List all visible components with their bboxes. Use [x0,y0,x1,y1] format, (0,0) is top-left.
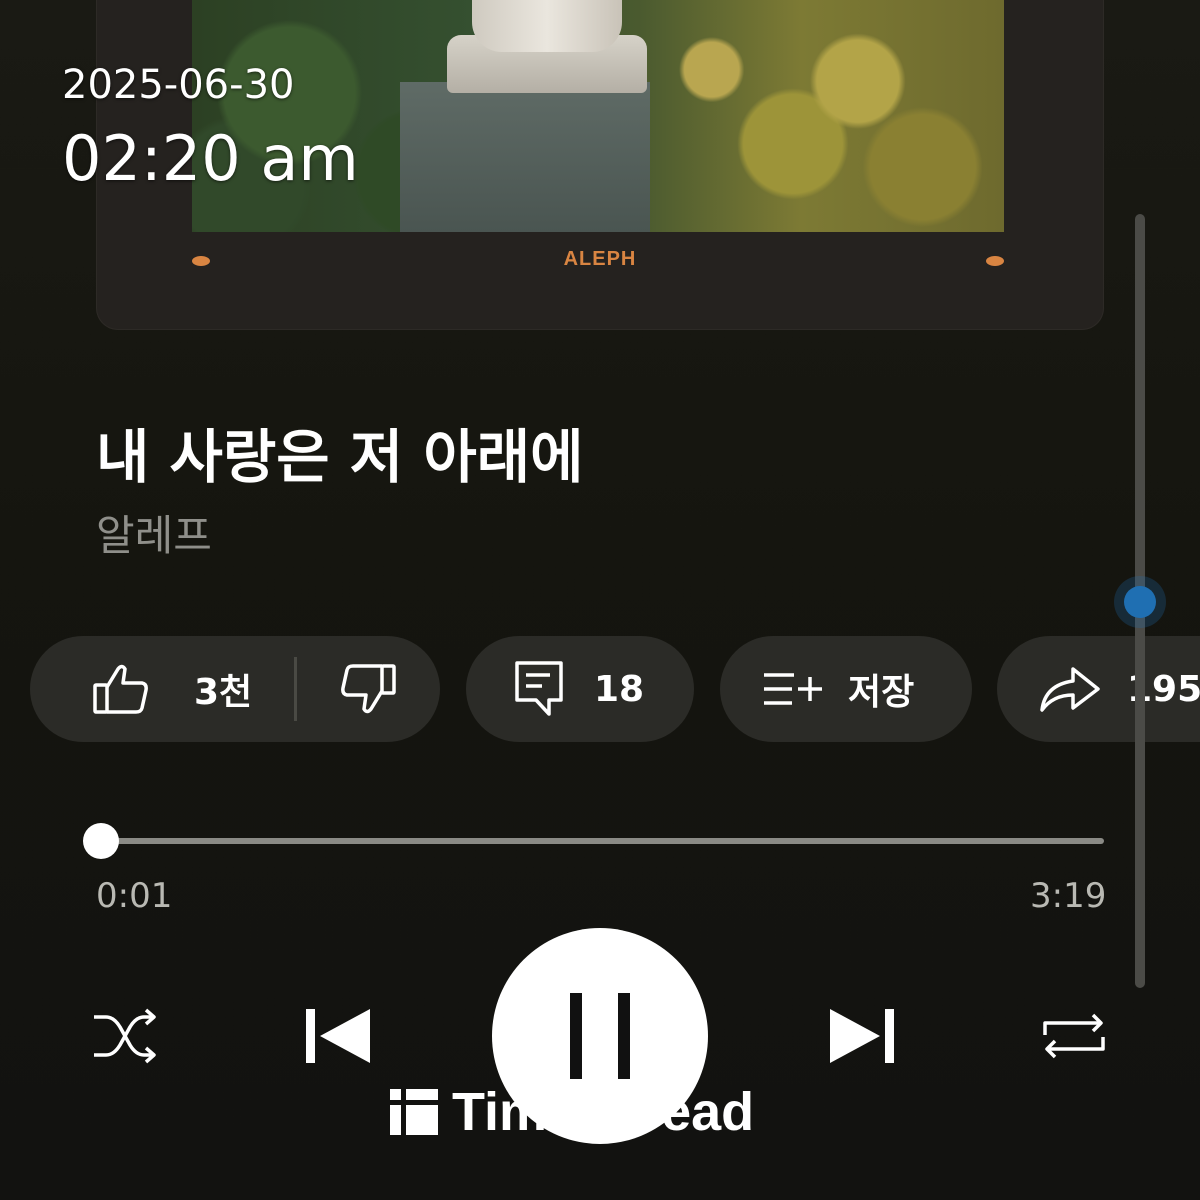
progress-bar[interactable] [100,838,1104,844]
repeat-icon [1043,1013,1105,1059]
thumbs-down-icon [341,664,396,714]
like-count: 3천 [194,672,253,713]
save-label: 저장 [848,672,915,713]
scrollbar-thumb[interactable] [1124,586,1156,618]
pause-icon [570,993,630,1079]
pause-button[interactable] [492,928,708,1144]
dislike-button[interactable] [297,636,397,742]
song-artist[interactable]: 알레프 [96,502,212,563]
timespread-logo-icon [390,1089,438,1135]
like-button[interactable]: 3천 [30,636,252,742]
statue-figure [472,0,622,52]
shuffle-button[interactable] [92,1006,158,1066]
thumbs-up-icon [93,664,148,714]
art-dot-right [986,256,1004,266]
album-art-photo [192,0,1004,232]
previous-track-button[interactable] [300,1004,376,1068]
current-time: 0:01 [96,876,173,916]
comments-button[interactable]: 18 [466,636,694,742]
share-arrow-icon [1040,667,1100,712]
time-stamp: 02:20 am [62,122,359,195]
date-stamp: 2025-06-30 [62,62,295,108]
playlist-add-icon [764,673,822,705]
song-title: 내 사랑은 저 아래에 [96,423,584,491]
next-track-button[interactable] [824,1004,900,1068]
repeat-button[interactable] [1040,1006,1108,1066]
skip-previous-icon [306,1009,370,1063]
progress-knob[interactable] [83,823,119,859]
album-label: ALEPH [563,248,637,270]
statue-base [400,82,650,232]
save-button[interactable]: 저장 [720,636,972,742]
skip-next-icon [830,1009,894,1063]
comment-count: 18 [594,668,645,710]
total-time: 3:19 [1030,876,1107,916]
comment-icon [515,661,563,716]
share-button[interactable]: 195 [997,636,1200,742]
like-dislike-group: 3천 [30,636,440,742]
shuffle-icon [94,1008,156,1064]
